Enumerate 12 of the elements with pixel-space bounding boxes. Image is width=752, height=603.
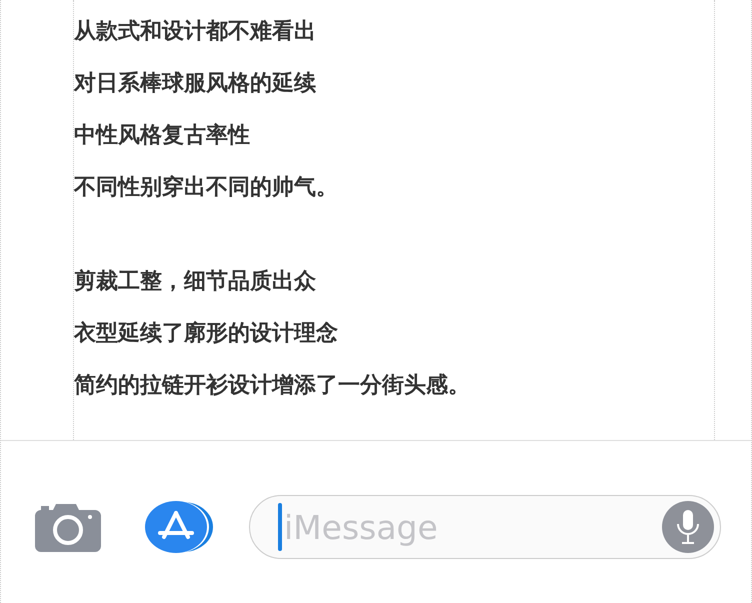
text-cursor [278,503,282,551]
app-store-icon[interactable] [145,501,215,553]
text-line: 剪裁工整，细节品质出众 [74,268,317,296]
microphone-button[interactable] [662,501,714,553]
text-line: 对日系棒球服风格的延续 [74,70,317,98]
microphone-icon [675,509,701,545]
text-line: 中性风格复古率性 [74,122,251,150]
text-line: 从款式和设计都不难看出 [74,18,317,46]
text-line: 衣型延续了廓形的设计理念 [74,320,339,348]
camera-icon[interactable] [35,502,101,552]
text-line: 不同性别穿出不同的帅气。 [74,174,339,202]
text-line: 简约的拉链开衫设计增添了一分街头感。 [74,372,471,400]
